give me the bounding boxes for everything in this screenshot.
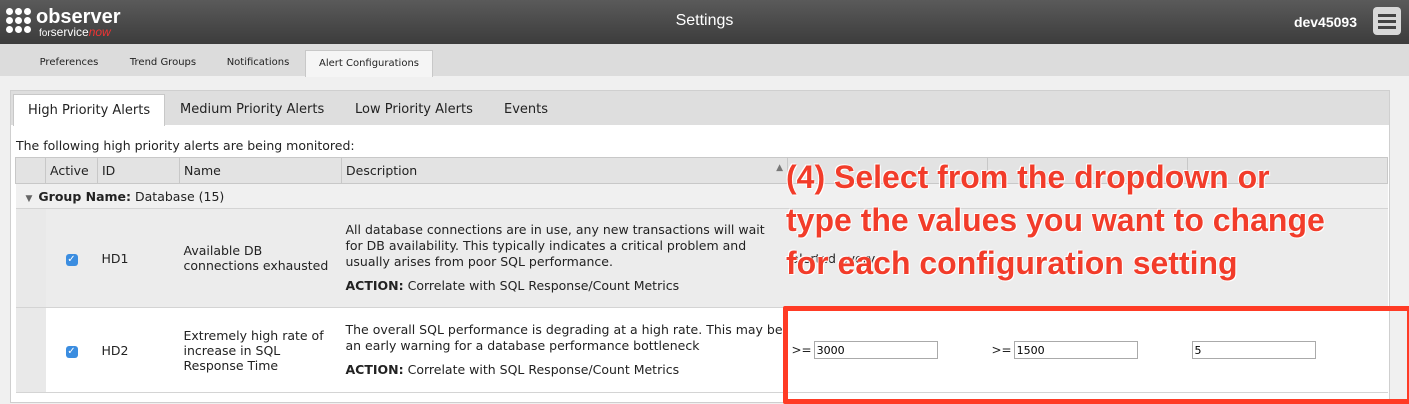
- active-cell: ✓: [45, 307, 98, 393]
- description-text: The overall SQL performance is degrading…: [345, 322, 783, 353]
- hamburger-menu-icon[interactable]: [1373, 7, 1401, 35]
- tab-medium-priority-alerts[interactable]: Medium Priority Alerts: [166, 94, 338, 125]
- column-name[interactable]: Name: [179, 157, 342, 184]
- callout-line-1: (4) Select from the dropdown or: [786, 159, 1270, 195]
- active-cell: ✓: [45, 208, 98, 308]
- user-name[interactable]: dev45093: [1294, 14, 1357, 30]
- column-description[interactable]: Description ▲: [341, 157, 788, 184]
- description-text: All database connections are in use, any…: [345, 222, 765, 269]
- instruction-callout: (4) Select from the dropdown or type the…: [786, 156, 1325, 285]
- callout-line-3: for each configuration setting: [786, 245, 1238, 281]
- tab-alert-configurations[interactable]: Alert Configurations: [305, 50, 433, 77]
- column-id[interactable]: ID: [97, 157, 180, 184]
- active-checkbox[interactable]: ✓: [65, 346, 78, 358]
- tab-high-priority-alerts[interactable]: High Priority Alerts: [13, 94, 166, 126]
- highlight-box: [783, 306, 1409, 404]
- tab-low-priority-alerts[interactable]: Low Priority Alerts: [341, 94, 487, 125]
- alert-name: Available DB connections exhausted: [179, 208, 342, 308]
- tab-trend-groups[interactable]: Trend Groups: [120, 50, 206, 76]
- header-gutter: [15, 157, 46, 184]
- settings-tabs: Preferences Trend Groups Notifications A…: [0, 44, 1409, 77]
- row-gutter: [15, 208, 46, 308]
- sort-asc-icon: ▲: [776, 163, 783, 173]
- alerts-intro-text: The following high priority alerts are b…: [16, 138, 355, 153]
- group-value: Database (15): [135, 188, 225, 204]
- page-title: Settings: [675, 12, 734, 29]
- alert-id: HD2: [97, 307, 180, 393]
- tab-notifications[interactable]: Notifications: [215, 50, 301, 76]
- alert-description: The overall SQL performance is degrading…: [341, 307, 788, 393]
- column-active[interactable]: Active: [45, 157, 98, 184]
- action-text: ACTION: Correlate with SQL Response/Coun…: [345, 362, 680, 377]
- row-gutter: [15, 307, 46, 393]
- action-text: ACTION: Correlate with SQL Response/Coun…: [345, 278, 680, 293]
- active-checkbox[interactable]: ✓: [65, 254, 78, 266]
- alert-description: All database connections are in use, any…: [341, 208, 788, 308]
- app-header: observer forservicenow Settings dev45093: [0, 0, 1409, 44]
- collapse-triangle-icon[interactable]: ▼: [26, 194, 33, 204]
- tab-events[interactable]: Events: [490, 94, 562, 125]
- alert-id: HD1: [97, 208, 180, 308]
- callout-line-2: type the values you want to change: [786, 202, 1325, 238]
- priority-tabs: High Priority Alerts Medium Priority Ale…: [11, 91, 1389, 126]
- tab-preferences[interactable]: Preferences: [26, 50, 112, 76]
- group-label: Group Name:: [38, 188, 132, 204]
- alert-name: Extremely high rate of increase in SQL R…: [179, 307, 342, 393]
